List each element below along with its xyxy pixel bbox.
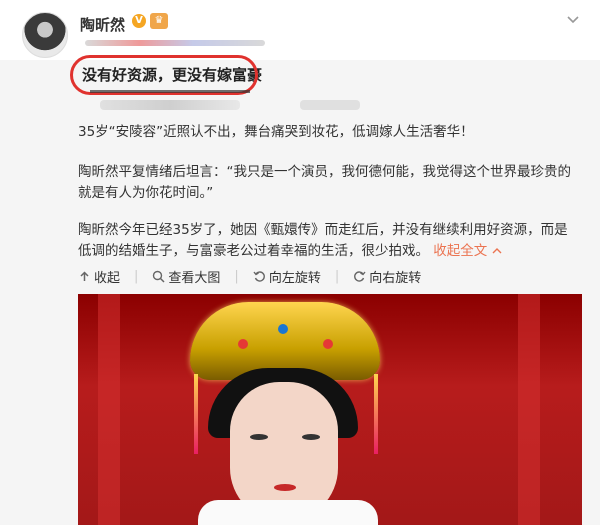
background-pillar <box>518 294 540 525</box>
blurred-meta <box>85 40 265 46</box>
rotate-right-icon <box>353 270 366 283</box>
crown-badge-icon: ♛ <box>150 13 168 29</box>
blurred-line <box>300 100 360 110</box>
view-large-label[interactable]: 查看大图 <box>168 267 220 286</box>
avatar[interactable] <box>22 12 68 58</box>
divider: | <box>234 268 239 284</box>
post-paragraph: 35岁“安陵容”近照认不出，舞台痛哭到妆花，低调嫁人生活奢华！ <box>78 124 474 140</box>
collapse-full-text-label[interactable]: 收起全文 <box>433 243 487 259</box>
lips <box>274 484 296 491</box>
search-icon <box>152 270 165 283</box>
rotate-right-label[interactable]: 向右旋转 <box>369 267 421 286</box>
post-image[interactable] <box>78 294 582 525</box>
eye <box>250 434 268 440</box>
tassel <box>194 374 198 454</box>
image-actions-bar: 收起 | 查看大图 | 向左旋转 | 向右旋转 <box>78 266 421 286</box>
divider: | <box>334 268 340 284</box>
collapse-full-text-link[interactable]: 收起全文 <box>433 243 502 259</box>
crown-jewel <box>238 339 248 349</box>
eye <box>302 434 320 440</box>
crown-jewel <box>323 339 333 349</box>
blurred-line <box>100 100 240 110</box>
background-pillar <box>98 294 120 525</box>
rotate-left-icon <box>253 270 266 283</box>
divider: | <box>134 268 139 284</box>
post-paragraph: 陶昕然平复情绪后坦言：“我只是一个演员，我何德何能，我觉得这个世界最珍贵的就是有… <box>78 164 571 201</box>
post-paragraph: 陶昕然今年已经35岁了，她因《甄嬛传》而走红后，并没有继续利用好资源，而是低调的… <box>78 220 578 262</box>
collapse-label[interactable]: 收起 <box>94 267 120 286</box>
highlight-oval <box>70 55 258 95</box>
collar <box>198 500 378 525</box>
chevron-up-icon <box>492 248 502 254</box>
crown-jewel <box>278 324 288 334</box>
view-large-image-button[interactable]: 查看大图 <box>152 267 220 286</box>
rotate-right-button[interactable]: 向右旋转 <box>353 267 421 286</box>
rotate-left-label[interactable]: 向左旋转 <box>269 267 321 286</box>
title-underline <box>90 90 250 93</box>
verified-badge-icon: V <box>132 14 146 28</box>
chevron-down-icon[interactable] <box>566 12 580 26</box>
collapse-button[interactable]: 收起 <box>78 267 120 286</box>
tassel <box>374 374 378 454</box>
collapse-arrow-icon <box>78 270 91 283</box>
username[interactable]: 陶昕然 <box>80 14 125 35</box>
rotate-left-button[interactable]: 向左旋转 <box>253 267 321 286</box>
